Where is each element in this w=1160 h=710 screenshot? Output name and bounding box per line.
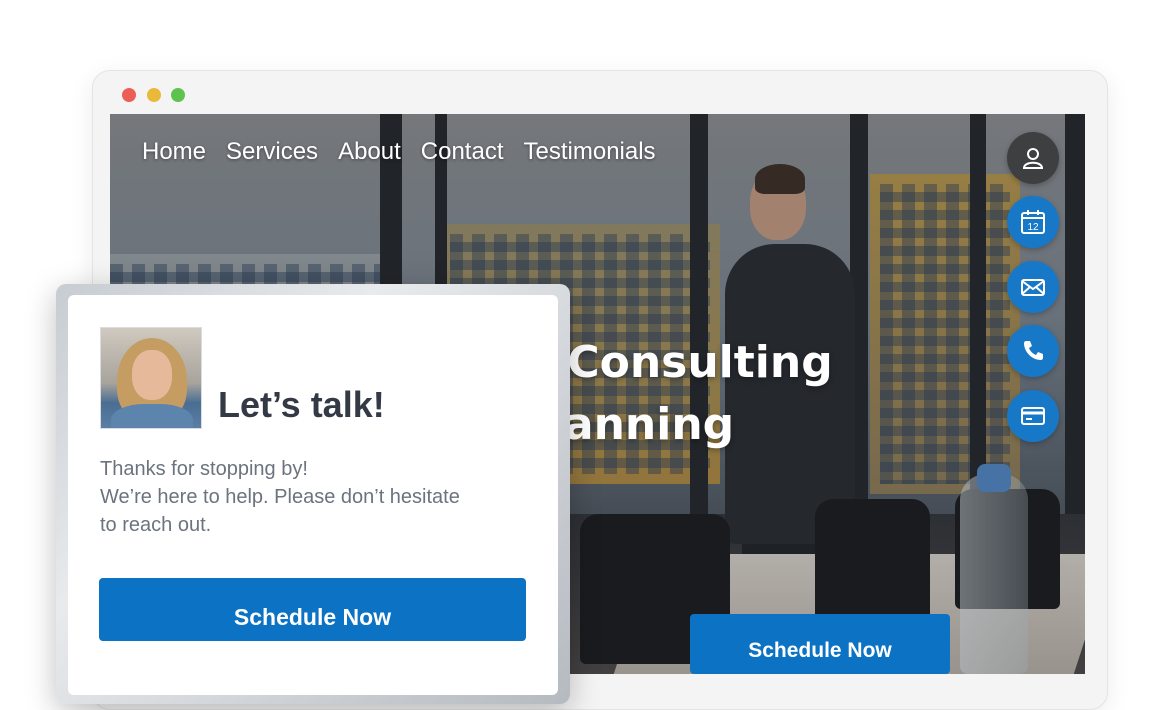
calendar-icon-date: 12 — [1027, 222, 1039, 233]
window-minimize-button[interactable] — [147, 88, 161, 102]
nav-services[interactable]: Services — [226, 138, 318, 166]
avatar-shirt — [111, 404, 193, 428]
window-close-button[interactable] — [122, 88, 136, 102]
account-button[interactable] — [1007, 132, 1059, 184]
popup-title: Let’s talk! — [218, 384, 385, 425]
user-icon — [1022, 148, 1044, 169]
credit-card-icon — [1021, 407, 1045, 425]
popup-message-line: We’re here to help. Please don’t hesitat… — [100, 486, 460, 508]
payment-button[interactable] — [1007, 390, 1059, 442]
popup-schedule-now-button[interactable]: Schedule Now — [99, 578, 526, 641]
popup-message: Thanks for stopping by! We’re here to he… — [100, 455, 500, 539]
hero-schedule-now-button[interactable]: Schedule Now — [690, 614, 950, 674]
phone-icon — [1024, 341, 1043, 360]
nav-testimonials[interactable]: Testimonials — [524, 138, 656, 166]
contact-popup: Let’s talk! Thanks for stopping by! We’r… — [68, 295, 558, 695]
window-maximize-button[interactable] — [171, 88, 185, 102]
main-nav: Home Services About Contact Testimonials — [142, 138, 656, 166]
mail-icon — [1021, 279, 1045, 296]
calendar-icon: 12 — [1021, 210, 1045, 234]
phone-button[interactable] — [1007, 325, 1059, 377]
popup-message-line: to reach out. — [100, 514, 212, 536]
nav-about[interactable]: About — [338, 138, 401, 166]
nav-contact[interactable]: Contact — [421, 138, 504, 166]
agent-avatar — [100, 327, 202, 429]
nav-home[interactable]: Home — [142, 138, 206, 166]
calendar-button[interactable]: 12 — [1007, 196, 1059, 248]
avatar-face — [132, 350, 172, 400]
email-button[interactable] — [1007, 261, 1059, 313]
popup-message-line: Thanks for stopping by! — [100, 458, 308, 480]
